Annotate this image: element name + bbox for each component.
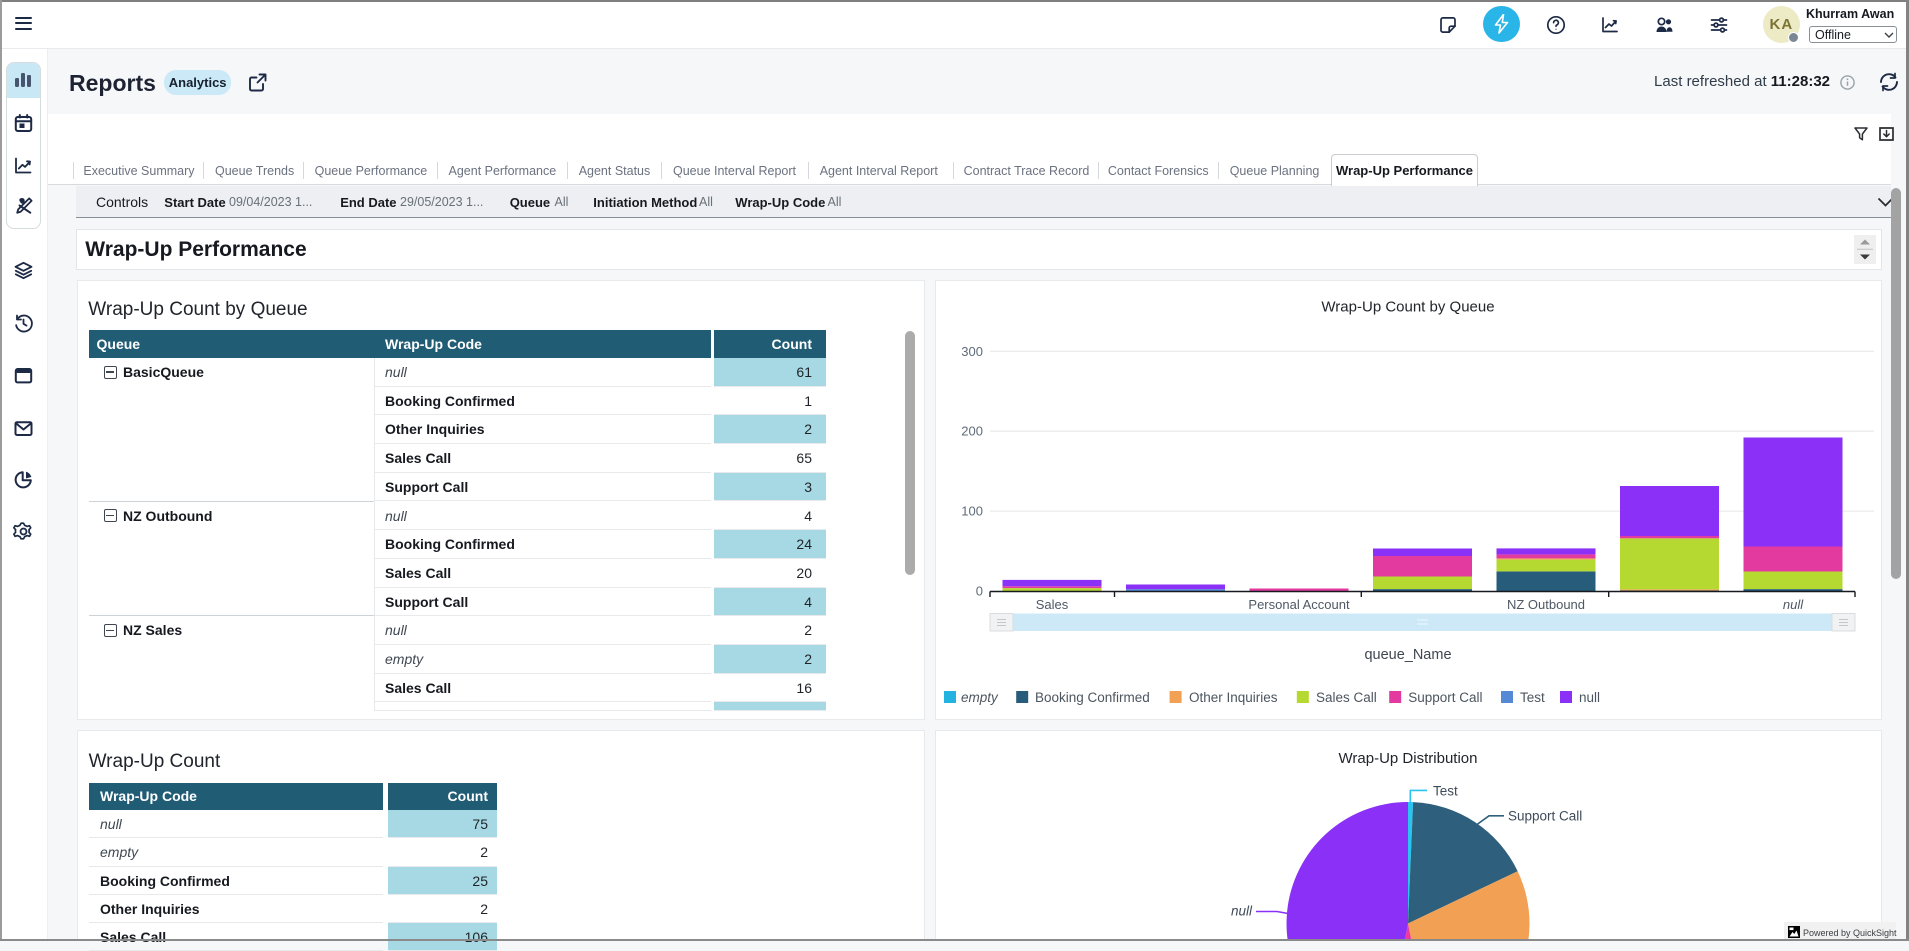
svg-text:Booking Confirmed: Booking Confirmed: [1035, 689, 1150, 704]
svg-text:Sales Call: Sales Call: [1316, 689, 1377, 704]
svg-text:0: 0: [976, 583, 983, 598]
svg-text:empty: empty: [961, 689, 999, 704]
svg-text:Test: Test: [1433, 783, 1458, 798]
svg-text:null: null: [1783, 597, 1804, 612]
svg-text:Support Call: Support Call: [1508, 809, 1582, 824]
svg-text:null: null: [1579, 689, 1600, 704]
svg-text:queue_Name: queue_Name: [1364, 647, 1451, 663]
svg-text:null: null: [1231, 904, 1253, 919]
svg-text:200: 200: [961, 423, 983, 438]
svg-text:Test: Test: [1520, 689, 1545, 704]
svg-text:NZ Outbound: NZ Outbound: [1507, 597, 1585, 612]
svg-text:Support Call: Support Call: [1408, 689, 1482, 704]
svg-text:Other Inquiries: Other Inquiries: [1189, 689, 1278, 704]
svg-text:Wrap-Up Count by Queue: Wrap-Up Count by Queue: [1321, 298, 1494, 315]
svg-text:Wrap-Up Distribution: Wrap-Up Distribution: [1339, 750, 1478, 767]
svg-text:Sales: Sales: [1036, 597, 1069, 612]
svg-text:300: 300: [961, 343, 983, 358]
svg-text:100: 100: [961, 503, 983, 518]
svg-text:Personal Account: Personal Account: [1248, 597, 1350, 612]
